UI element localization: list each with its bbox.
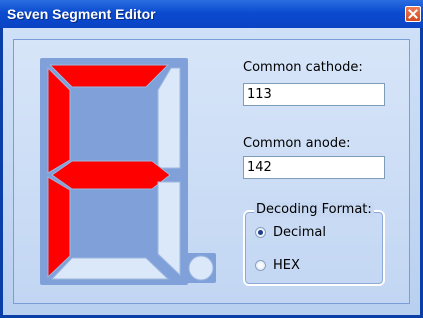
common-anode-label: Common anode: [243,136,351,151]
close-button[interactable] [405,6,421,22]
decoding-format-group: Decoding Format: Decimal HEX [243,202,385,286]
common-anode-field[interactable]: 142 [243,156,385,179]
window-title: Seven Segment Editor [7,6,156,22]
radio-decimal-label: Decimal [273,225,327,240]
window: Seven Segment Editor Common cathode: 113… [0,0,423,318]
segment-e[interactable] [47,176,71,279]
segment-c[interactable] [157,181,181,277]
segment-g[interactable] [51,160,171,190]
seven-segment-display [40,58,188,285]
common-cathode-field[interactable]: 113 [243,83,385,106]
radio-selected-dot [258,230,263,235]
client-area: Common cathode: 113 Common anode: 142 De… [3,28,420,315]
segment-dp[interactable] [186,253,216,283]
close-icon [408,9,418,19]
radio-button-icon[interactable] [255,260,266,271]
segment-b[interactable] [157,67,181,169]
decoding-format-label: Decoding Format: [254,202,374,217]
radio-hex-label: HEX [273,258,300,273]
segment-a[interactable] [48,64,170,88]
segment-f[interactable] [47,66,71,174]
title-bar[interactable]: Seven Segment Editor [0,0,423,28]
segment-d[interactable] [50,257,170,280]
radio-button-icon[interactable] [255,227,266,238]
common-cathode-label: Common cathode: [243,60,363,75]
